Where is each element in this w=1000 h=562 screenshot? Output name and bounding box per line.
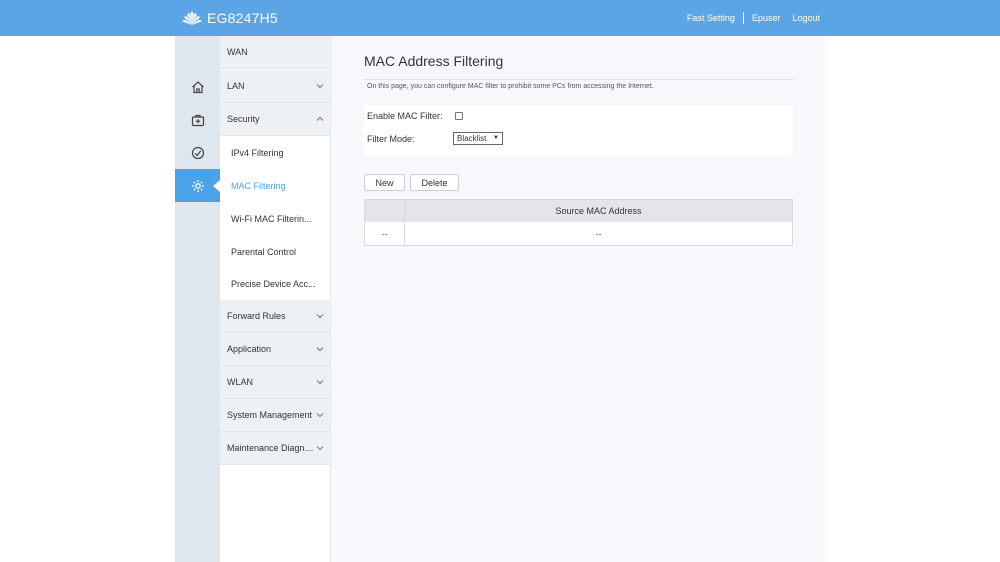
menu-item-label: IPv4 Filtering	[231, 147, 284, 158]
chevron-down-icon	[316, 84, 324, 89]
device-model: EG8247H5	[207, 10, 278, 26]
home-icon	[191, 80, 204, 93]
page-title: MAC Address Filtering	[364, 53, 504, 69]
top-bar: EG8247H5 Fast Setting Epuser Logout	[0, 0, 1000, 36]
new-button[interactable]: New	[364, 174, 405, 191]
user-link[interactable]: Epuser	[752, 13, 781, 23]
menu-item-label: Forward Rules	[227, 311, 286, 321]
enable-mac-filter-checkbox[interactable]	[455, 112, 463, 120]
gauge-icon	[191, 146, 204, 159]
menu-security[interactable]: Security	[220, 103, 330, 136]
rail-settings[interactable]	[175, 169, 220, 202]
menu-wan[interactable]: WAN	[220, 36, 330, 69]
filter-settings-form: Enable MAC Filter: Filter Mode: Blacklis…	[364, 105, 793, 157]
side-menu: WAN LAN Security IPv4 Filtering MAC Filt…	[220, 36, 331, 562]
menu-mac-filtering[interactable]: MAC Filtering	[220, 169, 330, 202]
menu-wlan[interactable]: WLAN	[220, 366, 330, 399]
rail-home[interactable]	[175, 70, 220, 103]
chevron-down-icon	[316, 347, 324, 352]
menu-item-label: Maintenance Diagno...	[227, 443, 315, 453]
menu-item-label: WLAN	[227, 377, 254, 387]
delete-button[interactable]: Delete	[410, 174, 459, 191]
menu-forward-rules[interactable]: Forward Rules	[220, 300, 330, 333]
mac-filter-table: Source MAC Address -- --	[364, 199, 793, 246]
enable-mac-filter-label: Enable MAC Filter:	[367, 111, 443, 121]
menu-item-label: Precise Device Acc...	[231, 278, 316, 289]
huawei-logo: EG8247H5	[181, 9, 278, 27]
main-panel: MAC Address Filtering On this page, you …	[331, 36, 825, 562]
filter-mode-value: Blacklist	[457, 134, 487, 143]
link-separator	[742, 12, 744, 24]
chevron-down-icon	[316, 380, 324, 385]
source-mac-column-header: Source MAC Address	[404, 200, 792, 222]
table-cell: --	[404, 223, 792, 245]
menu-wifi-mac-filtering[interactable]: Wi-Fi MAC Filterin...	[220, 202, 330, 235]
chevron-up-icon	[316, 116, 324, 121]
table-cell: --	[381, 229, 388, 239]
menu-item-label: System Management	[227, 410, 313, 420]
menu-item-label: Application	[227, 344, 272, 354]
menu-item-label: Wi-Fi MAC Filterin...	[231, 213, 312, 224]
title-divider	[364, 79, 794, 80]
menu-lan[interactable]: LAN	[220, 70, 330, 103]
gear-icon	[191, 179, 204, 192]
menu-item-label: LAN	[227, 81, 245, 91]
menu-item-label: MAC Filtering	[231, 180, 286, 191]
menu-parental-control[interactable]: Parental Control	[220, 235, 330, 268]
menu-precise-device-access[interactable]: Precise Device Acc...	[220, 267, 330, 300]
menu-item-label: Parental Control	[231, 246, 297, 257]
huawei-flower-icon	[182, 11, 202, 25]
menu-application[interactable]: Application	[220, 333, 330, 366]
select-column-header	[365, 200, 404, 222]
filter-mode-select[interactable]: Blacklist ▼	[453, 132, 503, 145]
menu-system-management[interactable]: System Management	[220, 399, 330, 432]
fast-setting-link[interactable]: Fast Setting	[687, 13, 735, 23]
page-description: On this page, you can configure MAC filt…	[367, 83, 654, 90]
chevron-down-icon	[316, 446, 324, 451]
menu-maintenance-diagnosis[interactable]: Maintenance Diagno...	[220, 432, 330, 465]
menu-item-label: Security	[227, 114, 260, 124]
menu-item-label: WAN	[227, 47, 248, 57]
briefcase-plus-icon	[191, 114, 204, 126]
top-links: Fast Setting Epuser Logout	[687, 0, 820, 36]
rail-tools[interactable]	[175, 103, 220, 136]
logout-link[interactable]: Logout	[792, 13, 820, 23]
rail-status[interactable]	[175, 136, 220, 169]
filter-mode-label: Filter Mode:	[367, 134, 415, 144]
table-row[interactable]: -- --	[365, 223, 792, 245]
icon-rail	[175, 36, 220, 562]
table-header: Source MAC Address	[365, 200, 792, 222]
chevron-down-icon	[316, 413, 324, 418]
dropdown-arrow-icon: ▼	[493, 135, 499, 141]
chevron-down-icon	[316, 314, 324, 319]
menu-ipv4-filtering[interactable]: IPv4 Filtering	[220, 136, 330, 169]
